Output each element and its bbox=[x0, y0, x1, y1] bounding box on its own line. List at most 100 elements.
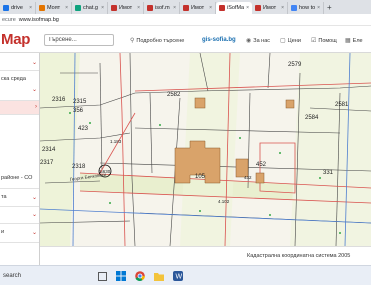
help-label: Помощ bbox=[318, 37, 337, 44]
tab-label: iSofMa bbox=[227, 5, 245, 11]
browser-tab-1[interactable]: drive × bbox=[0, 2, 36, 14]
building bbox=[255, 172, 265, 184]
tab-favicon bbox=[147, 5, 153, 11]
chevron-down-icon: ⌄ bbox=[31, 230, 37, 236]
tab-close-icon[interactable]: × bbox=[317, 5, 320, 11]
browser-tab-4[interactable]: Имот × bbox=[108, 2, 144, 14]
tab-label: Имот bbox=[119, 5, 133, 11]
parcel-number: 331 bbox=[323, 170, 334, 176]
chevron-down-icon: ⌄ bbox=[31, 212, 37, 218]
taskbar-search[interactable]: search bbox=[3, 273, 21, 279]
sidebar-panel: ⌄ ска среда ⌄ › районе - СО та ⌄ ⌄ и ⌄ bbox=[0, 53, 40, 246]
parcel-number: 432 bbox=[244, 175, 252, 180]
browser-tab-8[interactable]: Имот × bbox=[252, 2, 288, 14]
browser-tab-7[interactable]: iSofMa × bbox=[216, 2, 252, 14]
app-icon[interactable]: W bbox=[172, 270, 184, 282]
tab-close-icon[interactable]: × bbox=[246, 5, 249, 11]
chevron-down-icon: ⌄ bbox=[31, 195, 37, 201]
grid-icon: ▦ bbox=[345, 38, 351, 44]
parcel-number: 452 bbox=[256, 162, 267, 168]
tab-favicon bbox=[219, 5, 225, 11]
screen: drive × Моят × chat.g × Имот × isof.m × … bbox=[0, 0, 371, 285]
secure-indicator[interactable]: ecure bbox=[2, 17, 16, 23]
address-bar[interactable]: ecure www.isofmap.bg bbox=[0, 14, 371, 26]
sidebar-item-1[interactable]: ⌄ bbox=[0, 55, 39, 71]
parcel-number: 1.183 bbox=[110, 139, 122, 144]
map-canvas[interactable]: 2579 2582 2584 2581 2316 2315 356 423 23… bbox=[40, 53, 371, 246]
price-tag-icon: ▢ bbox=[280, 38, 286, 44]
search-box[interactable] bbox=[44, 34, 114, 46]
tab-close-icon[interactable]: × bbox=[65, 5, 68, 11]
parcel-number: 2584 bbox=[305, 115, 319, 121]
browser-tab-9[interactable]: how to × bbox=[288, 2, 324, 14]
parcel-number: 356 bbox=[73, 108, 84, 114]
parcel-number: 2579 bbox=[288, 62, 302, 68]
tab-label: Имот bbox=[263, 5, 277, 11]
tab-label: how to bbox=[299, 5, 316, 11]
map-green-zone bbox=[290, 53, 371, 246]
tab-close-icon[interactable]: × bbox=[173, 5, 176, 11]
browser-tab-strip: drive × Моят × chat.g × Имот × isof.m × … bbox=[0, 0, 371, 14]
sidebar-item-label: и bbox=[1, 229, 5, 235]
parcel-number: 2317 bbox=[40, 160, 54, 166]
sidebar-item-6[interactable]: ⌄ bbox=[0, 208, 39, 224]
tab-label: Моят bbox=[47, 5, 61, 11]
tab-close-icon[interactable]: × bbox=[101, 5, 104, 11]
cadastral-map[interactable]: 2579 2582 2584 2581 2316 2315 356 423 23… bbox=[40, 53, 371, 246]
tab-favicon bbox=[3, 5, 9, 11]
about-link[interactable]: ◉ За нас bbox=[246, 37, 271, 45]
tab-label: chat.g bbox=[83, 5, 98, 11]
tab-close-icon[interactable]: × bbox=[137, 5, 140, 11]
site-logo[interactable]: Map bbox=[1, 31, 45, 48]
url-text[interactable]: www.isofmap.bg bbox=[19, 17, 59, 23]
partial-header-label: Еле bbox=[352, 37, 363, 44]
new-tab-button[interactable]: + bbox=[324, 2, 335, 14]
sidebar-item-5[interactable]: та ⌄ bbox=[0, 191, 39, 207]
browser-tab-3[interactable]: chat.g × bbox=[72, 2, 108, 14]
advanced-search-label: Подробно търсене bbox=[136, 37, 185, 44]
file-explorer-icon[interactable] bbox=[153, 270, 165, 282]
search-icon: ⚲ bbox=[130, 38, 135, 44]
help-link[interactable]: ☑ Помощ bbox=[311, 37, 337, 45]
browser-tab-6[interactable]: Имот × bbox=[180, 2, 216, 14]
tab-close-icon[interactable]: × bbox=[29, 5, 32, 11]
parcel-number: 2581 bbox=[335, 102, 349, 108]
prices-label: Цени bbox=[287, 37, 301, 44]
parcel-number: 2314 bbox=[42, 147, 56, 153]
parcel-number: 2315 bbox=[73, 99, 87, 105]
chevron-down-icon: ⌄ bbox=[31, 60, 37, 66]
parcel-number: 2318 bbox=[72, 164, 86, 170]
tab-label: isof.m bbox=[155, 5, 170, 11]
sidebar-item-3[interactable]: › bbox=[0, 101, 39, 115]
search-input[interactable] bbox=[48, 37, 106, 43]
chevron-right-icon: › bbox=[35, 104, 37, 110]
tab-favicon bbox=[39, 5, 45, 11]
prices-link[interactable]: ▢ Цени bbox=[280, 37, 301, 45]
sidebar-item-label: та bbox=[1, 194, 7, 200]
parcel-number: 4.102 bbox=[218, 199, 230, 204]
browser-tab-2[interactable]: Моят × bbox=[36, 2, 72, 14]
sidebar-item-4[interactable]: районе - СО bbox=[0, 171, 39, 189]
sidebar-item-2[interactable]: ска среда ⌄ bbox=[0, 71, 39, 101]
parcel-number: 2582 bbox=[167, 92, 181, 98]
browser-tab-5[interactable]: isof.m × bbox=[144, 2, 180, 14]
tab-close-icon[interactable]: × bbox=[281, 5, 284, 11]
windows-icon[interactable] bbox=[115, 270, 127, 282]
tab-close-icon[interactable]: × bbox=[209, 5, 212, 11]
advanced-search-link[interactable]: ⚲ Подробно търсене bbox=[130, 37, 185, 45]
brand-link[interactable]: gis-sofia.bg bbox=[202, 37, 236, 43]
tab-favicon bbox=[111, 5, 117, 11]
help-icon: ☑ bbox=[311, 38, 317, 44]
parcel-number: 2316 bbox=[52, 97, 66, 103]
partial-header-link[interactable]: ▦ Еле bbox=[345, 37, 363, 45]
sidebar-item-7[interactable]: и ⌄ bbox=[0, 225, 39, 243]
sidebar-footer bbox=[0, 246, 40, 265]
coordinate-system-label: Кадастрална координатна система 2005 bbox=[247, 253, 351, 259]
about-label: За нас bbox=[253, 37, 271, 44]
task-view-icon[interactable] bbox=[96, 270, 108, 282]
svg-text:W: W bbox=[176, 274, 183, 281]
tab-favicon bbox=[75, 5, 81, 11]
sidebar-item-label: ска среда bbox=[1, 76, 26, 82]
tab-favicon bbox=[291, 5, 297, 11]
chrome-icon[interactable] bbox=[134, 270, 146, 282]
